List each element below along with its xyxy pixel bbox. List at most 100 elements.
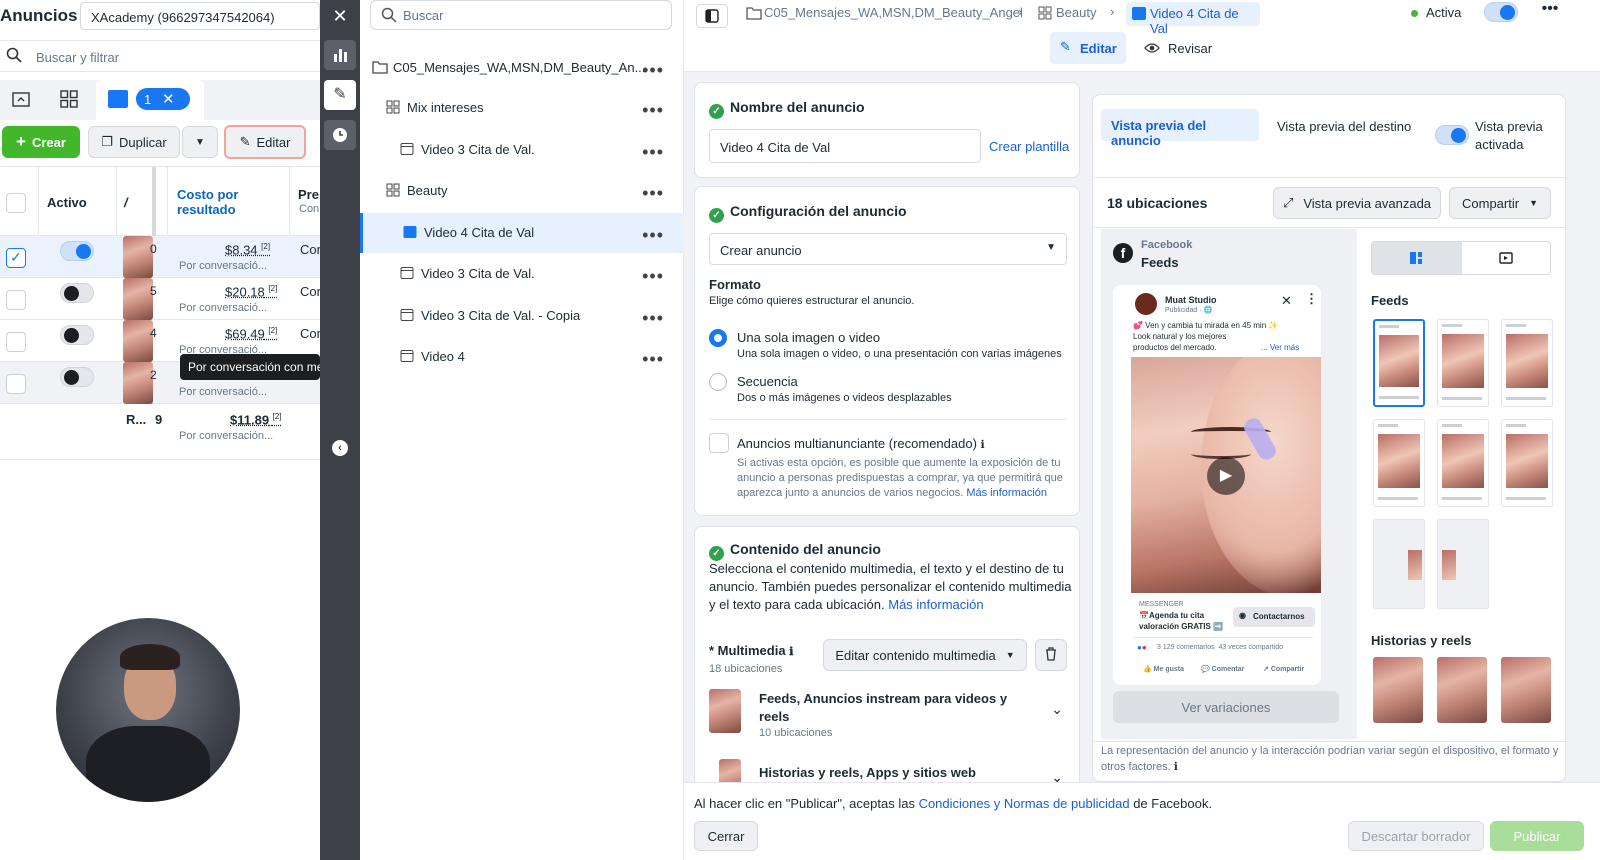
table-row[interactable]: ✓ 0 $8.34 [2] Por conversació... Cor [0,236,321,278]
publish-label: Publicar [1513,828,1561,844]
more-options-icon[interactable]: ••• [642,308,664,329]
col-cost[interactable]: Costo por resultado [177,187,257,217]
duplicate-dropdown-button[interactable]: ▼ [182,126,218,158]
format-single-radio[interactable] [709,329,727,347]
tree-adset[interactable]: Mix intereses ••• [360,88,684,128]
edit-media-button[interactable]: Editar contenido multimedia ▼ [823,639,1027,671]
format-carousel-radio[interactable] [709,373,727,391]
chevron-down-icon[interactable]: ⌄ [1051,701,1063,718]
folder-view-icon[interactable] [12,90,30,111]
edit-button[interactable]: ✎ Editar [224,125,306,159]
more-options-icon[interactable]: ••• [642,183,664,204]
like-action: 👍 Me gusta [1143,666,1185,673]
row-active-toggle[interactable] [60,241,94,261]
info-icon[interactable]: ℹ [1174,761,1178,773]
collapse-chevron-icon[interactable]: ‹ [332,440,348,456]
table-row[interactable]: 5 $20.18 [2] Por conversació... Cor [0,278,321,320]
feed-placement-thumb[interactable] [1437,419,1489,507]
see-variations-button[interactable]: Ver variaciones [1113,691,1339,723]
info-icon[interactable]: ℹ [789,646,793,658]
delete-media-button[interactable] [1035,639,1067,671]
ad-name-input[interactable]: Video 4 Cita de Val [709,129,981,163]
tree-campaign[interactable]: C05_Mensajes_WA,MSN,DM_Beauty_An... ••• [360,48,684,88]
tree-ad[interactable]: Video 3 Cita de Val. ••• [360,254,684,294]
search-bar[interactable]: Buscar y filtrar [0,40,320,72]
create-ad-select[interactable]: Crear anuncio ▼ [709,233,1067,265]
review-mode-button[interactable]: Revisar [1138,32,1218,64]
col-pre[interactable]: Pre [298,187,319,202]
row-active-toggle[interactable] [60,325,94,345]
advanced-preview-button[interactable]: ⤢ Vista previa avanzada [1273,187,1441,219]
duplicate-button[interactable]: ❐ Duplicar [88,126,180,158]
tab-ads[interactable]: 1 ✕ [96,80,204,120]
tree-ad[interactable]: Video 3 Cita de Val. ••• [360,130,684,170]
more-options-icon[interactable]: ••• [1532,0,1568,24]
share-button[interactable]: Compartir ▼ [1449,187,1551,219]
stories-thumb[interactable] [1373,657,1423,723]
more-options-icon[interactable]: ••• [642,266,664,287]
select-all-checkbox[interactable] [6,193,26,213]
feed-placement-thumb[interactable] [1437,319,1489,407]
sidebar-toggle-icon[interactable] [696,4,728,28]
active-toggle[interactable] [1484,2,1518,22]
breadcrumb-adset[interactable]: Beauty [1056,5,1096,20]
tree-ad[interactable]: Video 4 Cita de Val ••• [360,212,684,253]
edit-pencil-icon[interactable]: ✎ [324,80,356,110]
more-options-icon[interactable]: ••• [642,349,664,370]
history-clock-icon[interactable] [324,120,356,150]
grid-view-icon[interactable] [60,90,78,111]
feed-placement-thumb[interactable] [1501,319,1553,407]
close-icon[interactable]: ✕ [324,2,356,30]
tree-search[interactable]: Buscar [370,0,672,30]
tree-ad[interactable]: Video 4 ••• [360,337,684,377]
preview-icon[interactable] [1462,242,1552,274]
more-info-link[interactable]: Más información [966,487,1047,499]
create-button[interactable]: + Crear [2,126,80,158]
publish-button[interactable]: Publicar [1490,821,1584,851]
feed-placement-thumb[interactable] [1437,519,1489,609]
discard-draft-button[interactable]: Descartar borrador [1348,821,1484,851]
multi-advertiser-label[interactable]: Anuncios multianunciante (recomendado) ℹ [737,436,985,451]
row-checkbox[interactable]: ✓ [6,248,26,268]
row-checkbox[interactable] [6,374,26,394]
row-checkbox[interactable] [6,332,26,352]
content-more-link[interactable]: Más información [888,597,983,612]
row-checkbox[interactable] [6,290,26,310]
create-template-link[interactable]: Crear plantilla [989,139,1069,154]
row-active-toggle[interactable] [60,367,94,387]
more-options-icon[interactable]: ••• [642,100,664,121]
more-options-icon[interactable]: ••• [642,225,664,246]
edit-mode-button[interactable]: ✎ Editar [1050,32,1126,64]
tab-ad-preview[interactable]: Vista previa del anuncio [1101,109,1259,148]
tree-adset[interactable]: Beauty ••• [360,171,684,211]
feed-placement-thumb[interactable] [1373,319,1425,407]
multi-advertiser-checkbox[interactable] [709,433,729,453]
close-button[interactable]: Cerrar [694,821,758,851]
chart-icon[interactable] [324,40,356,70]
row-active-toggle[interactable] [60,283,94,303]
more-options-icon[interactable]: ••• [642,142,664,163]
feed-placement-thumb[interactable] [1501,419,1553,507]
col-active[interactable]: Activo [47,195,87,210]
more-options-icon[interactable]: ••• [642,60,664,81]
info-icon[interactable]: ℹ [981,439,985,451]
preview-toggle[interactable] [1435,125,1469,145]
selection-chip[interactable]: 1 ✕ [136,88,190,110]
breadcrumb-ad-chip[interactable]: Video 4 Cita de Val [1126,2,1260,36]
tab-destination-preview[interactable]: Vista previa del destino [1277,119,1411,134]
list-view-icon[interactable] [1372,242,1462,274]
placement-row-feeds[interactable]: Feeds, Anuncios instream para videos y r… [709,687,1067,739]
feed-placement-thumb[interactable] [1373,419,1425,507]
clear-selection-icon[interactable]: ✕ [162,90,175,108]
terms-link[interactable]: Condiciones y Normas de publicidad [919,796,1130,811]
tree-ad[interactable]: Video 3 Cita de Val. - Copia ••• [360,296,684,336]
format-single-label[interactable]: Una sola imagen o video [737,330,880,345]
feed-placement-thumb[interactable] [1373,519,1425,609]
format-carousel-label[interactable]: Secuencia [737,374,798,389]
stories-thumb[interactable] [1501,657,1551,723]
account-selector[interactable]: XAcademy (966297347542064) [80,2,320,30]
stories-thumb[interactable] [1437,657,1487,723]
tree-item-label: Video 3 Cita de Val. [421,266,535,281]
breadcrumb-campaign[interactable]: C05_Mensajes_WA,MSN,DM_Beauty_Angel [764,5,1023,20]
tree-campaign-label: C05_Mensajes_WA,MSN,DM_Beauty_An... [393,60,646,75]
